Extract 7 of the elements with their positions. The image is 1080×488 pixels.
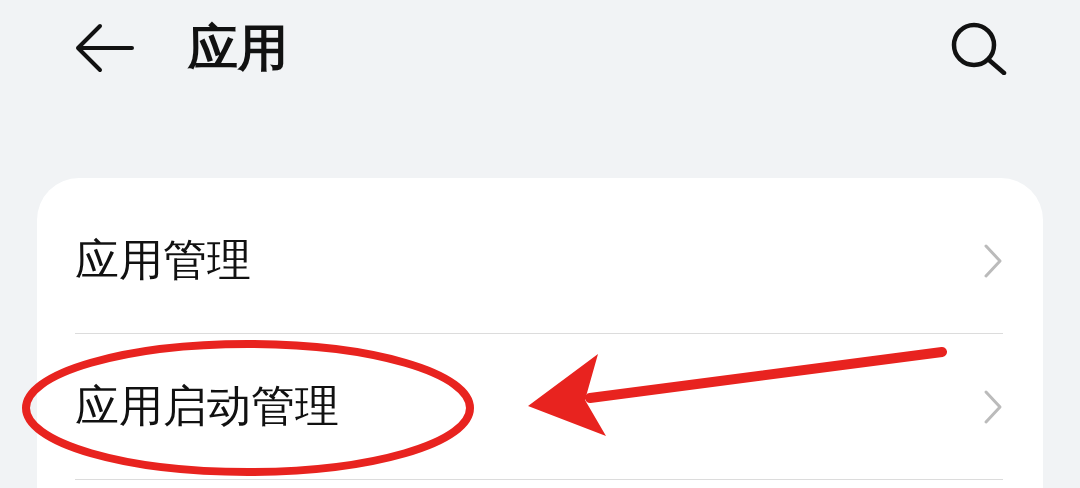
settings-item[interactable]: 应用管理 [75,188,1003,334]
page-title: 应用 [188,17,289,79]
chevron-icon [983,388,1003,425]
chevron-icon [983,242,1003,279]
item-label: 应用启动管理 [75,379,339,433]
search-button[interactable] [950,21,1008,75]
item-label: 应用管理 [75,233,251,287]
